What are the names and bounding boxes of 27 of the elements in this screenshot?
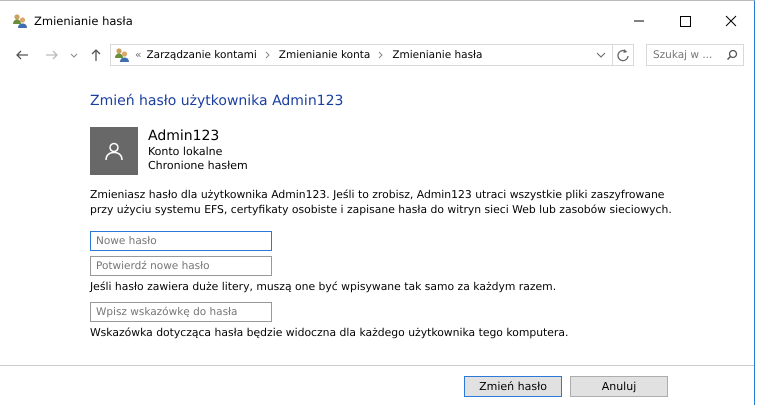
hint-text: Wskazówka dotycząca hasła będzie widoczna dla każdego użytkownika tego komputera.	[90, 326, 568, 339]
warning-text: Zmieniasz hasło dla użytkownika Admin123. Jeśli to zrobisz, Admin123 utraci wszystkie pliki zaszyfrowane przy użyciu systemu EFS, certyfikaty osobiste i zapisane hasła do witryn sieci Web lub zasobów sieciowych.	[90, 187, 673, 217]
change-password-button[interactable]: Zmień hasło	[464, 376, 562, 397]
address-bar[interactable]: « Zarządzanie kontami Zmienianie konta Zmienianie hasła	[110, 44, 634, 66]
person-icon	[104, 141, 124, 161]
search-field[interactable]: Szukaj w ...	[646, 44, 744, 66]
breadcrumb[interactable]: Zmienianie hasła	[392, 49, 482, 61]
account-type: Konto lokalne	[148, 145, 224, 159]
hint-text: Jeśli hasło zawiera duże litery, muszą one być wpisywane tak samo za każdym razem.	[90, 280, 556, 293]
password-field[interactable]: Wpisz wskazówkę do hasła	[90, 302, 272, 322]
breadcrumb[interactable]: Zarządzanie kontami	[146, 49, 257, 61]
users-icon	[12, 13, 28, 29]
chevron-down-icon[interactable]	[596, 51, 606, 59]
breadcrumb[interactable]: Zmienianie konta	[278, 49, 370, 61]
chevron-down-icon[interactable]	[70, 51, 78, 59]
password-field[interactable]: Nowe hasło	[90, 231, 272, 251]
search-icon	[726, 49, 738, 61]
account-protection: Chronione hasłem	[148, 159, 248, 173]
overflow-chevron[interactable]: «	[135, 49, 142, 61]
account-name: Admin123	[148, 127, 220, 145]
chevron-right-icon[interactable]	[264, 51, 271, 59]
window-title: Zmienianie hasła	[34, 14, 133, 28]
password-field[interactable]: Potwierdź nowe hasło	[90, 256, 272, 276]
page-heading: Zmień hasło użytkownika Admin123	[90, 93, 344, 109]
users-icon	[114, 47, 130, 63]
cancel-button[interactable]: Anuluj	[570, 376, 668, 397]
chevron-right-icon[interactable]	[378, 51, 384, 59]
